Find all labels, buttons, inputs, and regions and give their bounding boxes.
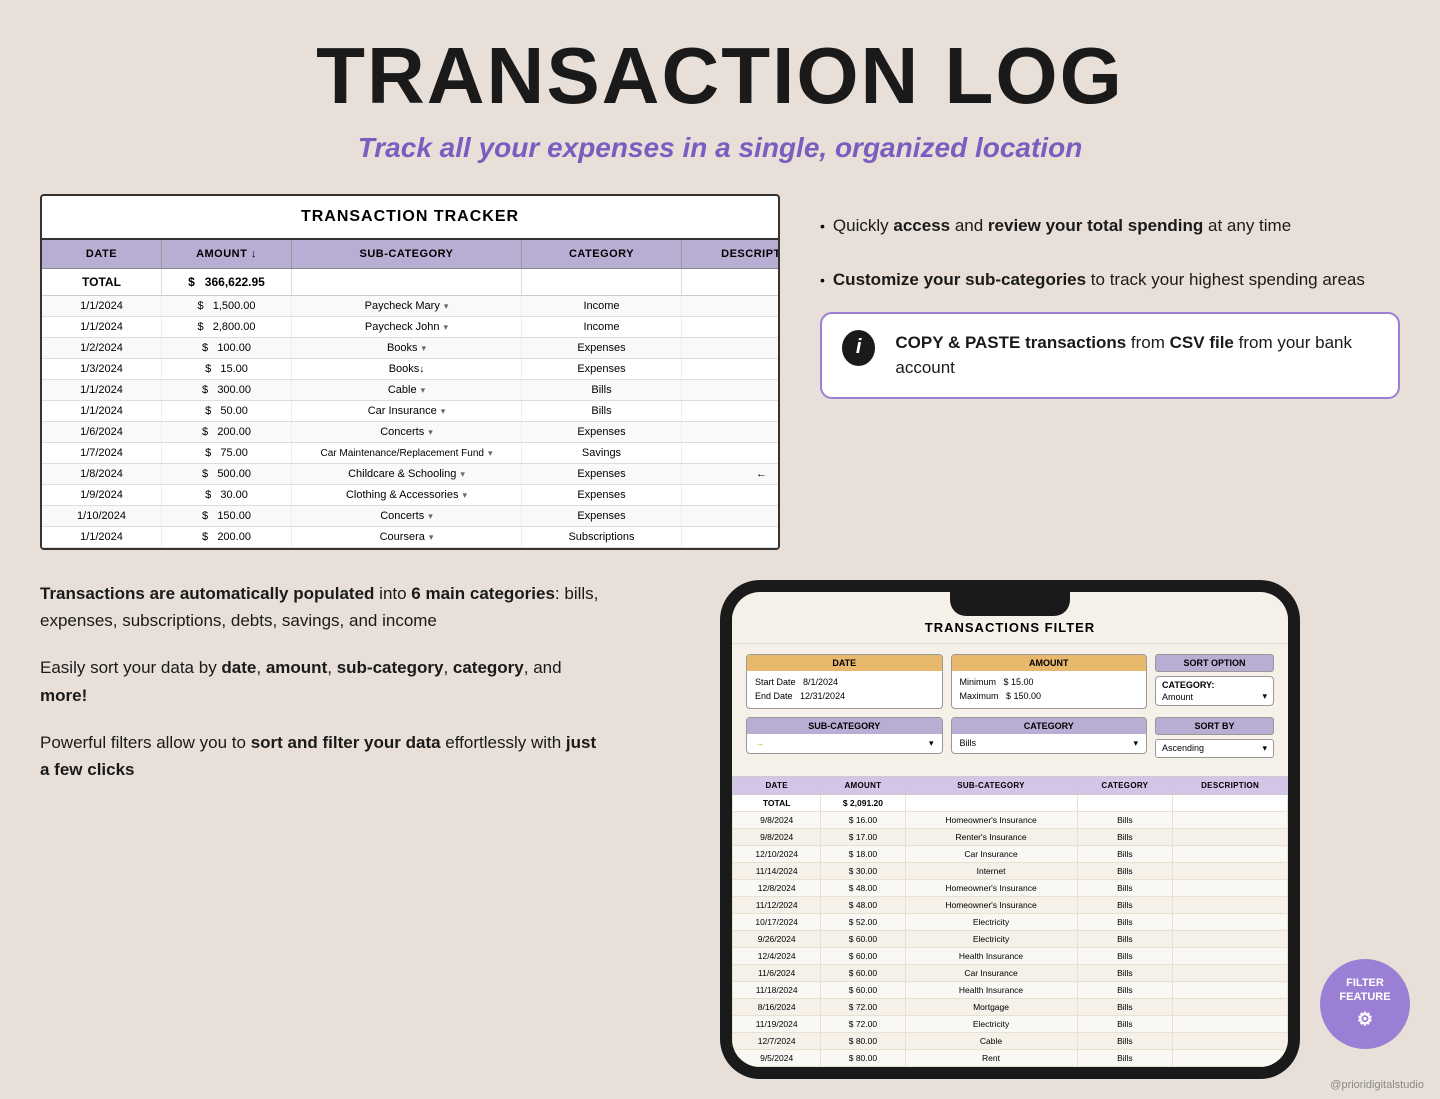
table-row: 1/1/2024 $ 1,500.00 Paycheck Mary ▾ Inco… (42, 296, 778, 317)
table-row: 9/5/2024$ 80.00RentBills (733, 1049, 1288, 1066)
table-row: 1/3/2024 $ 15.00 Books ↓ Expenses (42, 359, 778, 380)
table-row: 8/16/2024$ 72.00MortgageBills (733, 998, 1288, 1015)
info-box: i COPY & PASTE transactions from CSV fil… (820, 312, 1400, 399)
table-row: 11/19/2024$ 72.00ElectricityBills (733, 1015, 1288, 1032)
right-annotations: • Quickly access and review your total s… (820, 194, 1400, 550)
table-row: 1/7/2024 $ 75.00 Car Maintenance/Replace… (42, 443, 778, 464)
table-row: 1/6/2024 $ 200.00 Concerts ▾ Expenses (42, 422, 778, 443)
bottom-left-text: Transactions are automatically populated… (40, 580, 600, 1079)
date-body: Start Date 8/1/2024 End Date 12/31/2024 (755, 675, 934, 704)
page-title: TRANSACTION LOG (0, 0, 1440, 122)
copy-paste-text: COPY & PASTE transactions from CSV file … (895, 330, 1378, 381)
category-filter-box: CATEGORY: Amount ▾ (1155, 676, 1274, 706)
table-row: 12/7/2024$ 80.00CableBills (733, 1032, 1288, 1049)
table-row: 9/8/2024$ 16.00Homeowner's InsuranceBill… (733, 811, 1288, 828)
phone-notch (950, 592, 1070, 616)
table-row: 9/8/2024$ 17.00Renter's InsuranceBills (733, 828, 1288, 845)
category-header-2: CATEGORY (952, 718, 1147, 734)
tracker-title: TRANSACTION TRACKER (301, 208, 519, 225)
date-filter-box: DATE Start Date 8/1/2024 End Date 12/31/… (746, 654, 943, 709)
tracker-title-row: TRANSACTION TRACKER (42, 196, 778, 240)
col-subcategory: SUB-CATEGORY (292, 240, 522, 268)
sort-option-area: SORT OPTION CATEGORY: Amount ▾ (1155, 654, 1274, 706)
total-subcategory (292, 269, 522, 295)
table-row: 12/8/2024$ 48.00Homeowner's InsuranceBil… (733, 879, 1288, 896)
total-category (522, 269, 682, 295)
filter-title: TRANSACTIONS FILTER (732, 612, 1288, 644)
filter-results-table: DATE AMOUNT SUB-CATEGORY CATEGORY DESCRI… (732, 776, 1288, 1067)
ph-amount: AMOUNT (821, 776, 905, 794)
table-row: 9/26/2024$ 60.00ElectricityBills (733, 930, 1288, 947)
table-row: 1/8/2024 $ 500.00 Childcare & Schooling … (42, 464, 778, 485)
amount-body: Minimum $ 15.00 Maximum $ 150.00 (960, 675, 1139, 704)
phone-outer: TRANSACTIONS FILTER DATE Start Date 8/1/… (720, 580, 1300, 1079)
col-amount: AMOUNT ↓ (162, 240, 292, 268)
table-row: 1/1/2024 $ 2,800.00 Paycheck John ▾ Inco… (42, 317, 778, 338)
amount-header: AMOUNT (952, 655, 1147, 671)
ph-subcategory: SUB-CATEGORY (905, 776, 1077, 794)
sort-by-value: Ascending ▾ (1155, 739, 1274, 758)
filter-row-1: DATE Start Date 8/1/2024 End Date 12/31/… (746, 654, 1274, 709)
phone-screen: TRANSACTIONS FILTER DATE Start Date 8/1/… (732, 592, 1288, 1067)
table-row: 1/9/2024 $ 30.00 Clothing & Accessories … (42, 485, 778, 506)
filter-feature-badge: FILTERFEATURE ⚙ (1320, 959, 1410, 1049)
sort-text: Easily sort your data by date, amount, s… (40, 654, 600, 708)
filter-badge-icon: ⚙ (1357, 1008, 1373, 1031)
filter-row-2: SUB-CATEGORY → ▾ CATEGORY Bills ▾ (746, 717, 1274, 758)
annotation-access: • Quickly access and review your total s… (820, 214, 1400, 238)
tracker-table: TRANSACTION TRACKER DATE AMOUNT ↓ SUB-CA… (40, 194, 780, 550)
table-row: 1/2/2024 $ 100.00 Books ▾ Expenses (42, 338, 778, 359)
auto-populate-text: Transactions are automatically populated… (40, 580, 600, 634)
filter-text: Powerful filters allow you to sort and f… (40, 729, 600, 783)
sort-by-area: SORT BY Ascending ▾ (1155, 717, 1274, 758)
date-header: DATE (747, 655, 942, 671)
total-description (682, 269, 780, 295)
table-row: 11/6/2024$ 60.00Car InsuranceBills (733, 964, 1288, 981)
sort-option-label: SORT OPTION (1155, 654, 1274, 672)
page-subtitle: Track all your expenses in a single, org… (0, 132, 1440, 164)
col-category: CATEGORY (522, 240, 682, 268)
access-review-text: Quickly access and review your total spe… (833, 214, 1291, 238)
filter-section: DATE Start Date 8/1/2024 End Date 12/31/… (732, 644, 1288, 776)
table-row: 11/18/2024$ 60.00Health InsuranceBills (733, 981, 1288, 998)
ph-date: DATE (733, 776, 821, 794)
total-label: TOTAL (42, 269, 162, 295)
col-description: DESCRIPTION (682, 240, 780, 268)
subcategory-header: SUB-CATEGORY (747, 718, 942, 734)
tracker-total-row: TOTAL $ 366,622.95 (42, 269, 778, 296)
col-date: DATE (42, 240, 162, 268)
info-icon: i (842, 330, 875, 366)
table-row: 1/1/2024 $ 300.00 Cable ▾ Bills (42, 380, 778, 401)
watermark: @prioridigitalstudio (1330, 1079, 1424, 1091)
amount-filter-box: AMOUNT Minimum $ 15.00 Maximum $ 150.00 (951, 654, 1148, 709)
phone-total-row: TOTAL $ 2,091.20 (733, 794, 1288, 811)
table-row: 1/1/2024 $ 50.00 Car Insurance ▾ Bills (42, 401, 778, 422)
table-row: 10/17/2024$ 52.00ElectricityBills (733, 913, 1288, 930)
total-amount: $ 366,622.95 (162, 269, 292, 295)
table-row: 1/10/2024 $ 150.00 Concerts ▾ Expenses (42, 506, 778, 527)
ph-category: CATEGORY (1077, 776, 1173, 794)
table-row: 12/10/2024$ 18.00Car InsuranceBills (733, 845, 1288, 862)
sort-by-label: SORT BY (1155, 717, 1274, 735)
table-row: 11/14/2024$ 30.00InternetBills (733, 862, 1288, 879)
phone-table-header: DATE AMOUNT SUB-CATEGORY CATEGORY DESCRI… (733, 776, 1288, 794)
tracker-panel: TRANSACTION TRACKER DATE AMOUNT ↓ SUB-CA… (40, 194, 800, 550)
phone-mockup: TRANSACTIONS FILTER DATE Start Date 8/1/… (620, 580, 1400, 1079)
filter-badge-text: FILTERFEATURE (1339, 976, 1390, 1005)
phone-data-table: DATE AMOUNT SUB-CATEGORY CATEGORY DESCRI… (732, 776, 1288, 1067)
table-row: 11/12/2024$ 48.00Homeowner's InsuranceBi… (733, 896, 1288, 913)
table-row: 12/4/2024$ 60.00Health InsuranceBills (733, 947, 1288, 964)
table-row: 1/1/2024 $ 200.00 Coursera ▾ Subscriptio… (42, 527, 778, 548)
category-filter-box-2: CATEGORY Bills ▾ (951, 717, 1148, 754)
subcategory-filter-box: SUB-CATEGORY → ▾ (746, 717, 943, 754)
ph-description: DESCRIPTION (1173, 776, 1288, 794)
tracker-header: DATE AMOUNT ↓ SUB-CATEGORY CATEGORY DESC… (42, 240, 778, 269)
annotation-customize: • Customize your sub-categories to track… (820, 268, 1400, 292)
customize-text: Customize your sub-categories to track y… (833, 268, 1365, 292)
